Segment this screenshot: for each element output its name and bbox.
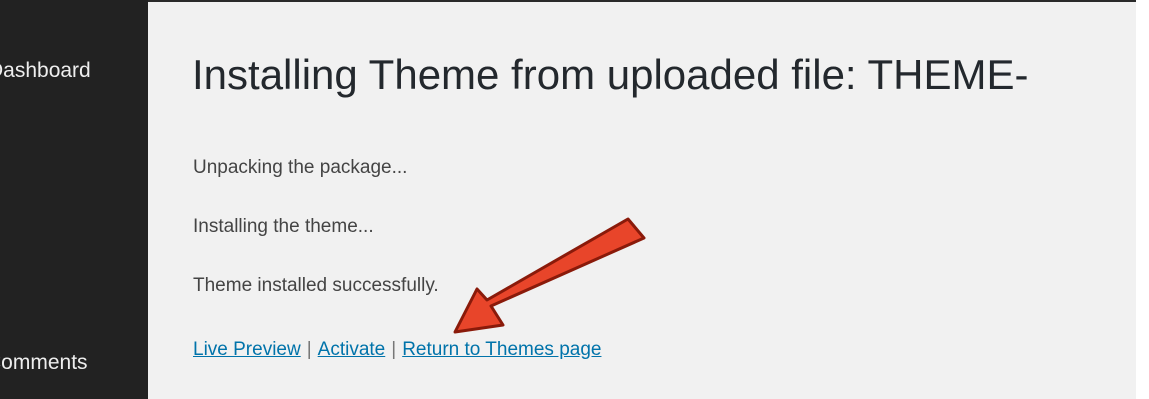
activate-link[interactable]: Activate [318, 339, 386, 360]
sidebar-item-dashboard[interactable]: Dashboard [0, 60, 91, 81]
return-to-themes-link[interactable]: Return to Themes page [402, 339, 601, 360]
main-content: Installing Theme from uploaded file: THE… [148, 2, 1136, 399]
admin-sidebar: Dashboard Comments [0, 0, 148, 399]
live-preview-link[interactable]: Live Preview [193, 339, 301, 360]
status-message-installing: Installing the theme... [193, 216, 374, 237]
sidebar-item-comments[interactable]: Comments [0, 352, 88, 373]
page-title: Installing Theme from uploaded file: THE… [192, 51, 1029, 98]
separator: | [306, 339, 312, 360]
right-edge [1136, 0, 1149, 399]
status-message-unpacking: Unpacking the package... [193, 157, 408, 178]
sidebar-item-label: Dashboard [0, 59, 91, 82]
separator: | [391, 339, 397, 360]
status-message-success: Theme installed successfully. [193, 275, 439, 296]
theme-actions: Live Preview | Activate | Return to Themes p… [193, 339, 601, 361]
sidebar-item-label: Comments [0, 351, 88, 374]
